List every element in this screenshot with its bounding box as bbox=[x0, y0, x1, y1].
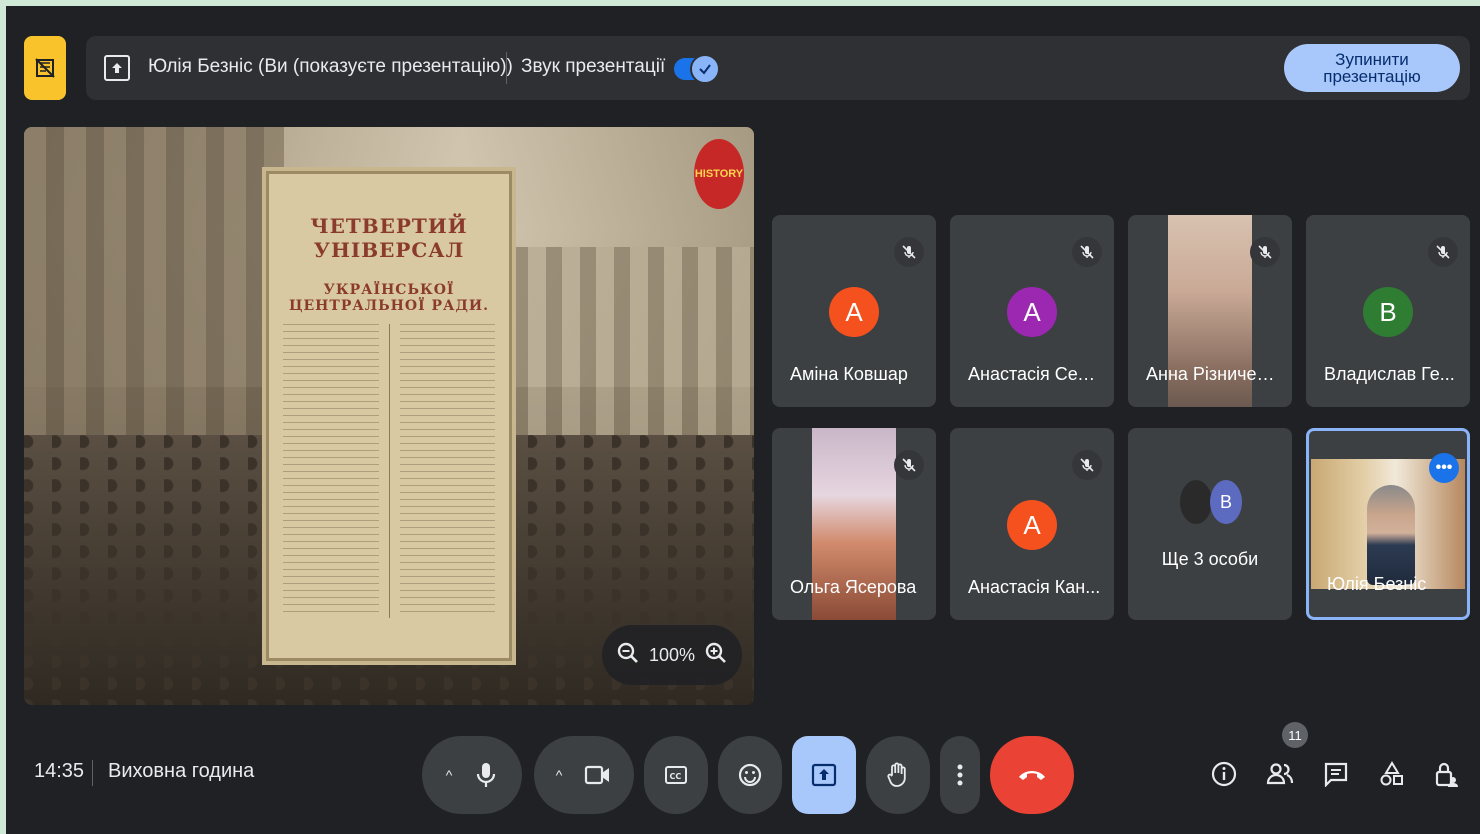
meeting-title: Виховна година bbox=[108, 760, 255, 782]
participant-tile[interactable]: А Аміна Ковшар bbox=[772, 215, 936, 407]
meet-window: Юлія Безніс (Ви (показуєте презентацію))… bbox=[6, 6, 1480, 834]
mic-off-icon bbox=[894, 237, 924, 267]
presentation-sound-label: Звук презентації bbox=[521, 56, 666, 77]
call-end-icon bbox=[1019, 771, 1045, 780]
zoom-level: 100% bbox=[648, 644, 696, 665]
more-participants-tile[interactable]: В Ще 3 особи bbox=[1128, 428, 1292, 620]
people-button[interactable] bbox=[1260, 754, 1300, 794]
raise-hand-icon bbox=[887, 762, 906, 787]
captions-button[interactable]: CC bbox=[644, 736, 708, 814]
avatar bbox=[1180, 480, 1212, 524]
participant-tile[interactable]: В Владислав Ге... bbox=[1306, 215, 1470, 407]
present-to-all-icon bbox=[811, 763, 837, 787]
microphone-control[interactable]: ^ bbox=[422, 736, 522, 814]
doc-column-right bbox=[399, 324, 495, 618]
participant-count-badge: 11 bbox=[1282, 722, 1308, 748]
shapes-icon bbox=[1380, 761, 1403, 786]
self-tile[interactable]: ••• Юлія Безніс bbox=[1306, 428, 1470, 620]
avatar: А bbox=[1007, 500, 1057, 550]
zoom-in-icon[interactable] bbox=[704, 641, 728, 670]
zoom-controls: 100% bbox=[602, 625, 742, 685]
doc-title: ЧЕТВЕРТИЙ УНІВЕРСАЛ bbox=[310, 214, 468, 262]
mic-off-icon bbox=[1428, 237, 1458, 267]
leave-call-button[interactable] bbox=[990, 736, 1074, 814]
presenting-bar: Юлія Безніс (Ви (показуєте презентацію))… bbox=[86, 36, 1470, 100]
chat-button[interactable] bbox=[1316, 754, 1356, 794]
microphone-icon bbox=[477, 763, 496, 787]
zoom-out-icon[interactable] bbox=[616, 641, 640, 670]
history-logo: HISTORY bbox=[694, 139, 744, 209]
footer-divider bbox=[92, 760, 93, 786]
participant-name: Ще 3 особи bbox=[1161, 549, 1259, 569]
present-to-all-icon bbox=[104, 55, 130, 81]
raise-hand-button[interactable] bbox=[866, 736, 930, 814]
avatar: А bbox=[829, 287, 879, 337]
photo-building-left bbox=[24, 127, 284, 457]
presenting-status: Юлія Безніс (Ви (показуєте презентацію)) bbox=[148, 56, 513, 77]
participant-tile[interactable]: А Анастасія Кан... bbox=[950, 428, 1114, 620]
participant-name: Аміна Ковшар bbox=[790, 364, 908, 384]
participant-tile[interactable]: Ольга Ясерова bbox=[772, 428, 936, 620]
avatar: В bbox=[1210, 480, 1242, 524]
activities-button[interactable] bbox=[1372, 754, 1412, 794]
participant-name: Анастасія Сел... bbox=[968, 364, 1102, 384]
doc-column-left bbox=[283, 324, 379, 618]
toggle-check-icon bbox=[690, 54, 720, 84]
camera-icon bbox=[585, 765, 610, 785]
doc-subtitle: УКРАЇНСЬКОЇ ЦЕНТРАЛЬНОЇ РАДИ. bbox=[288, 282, 490, 314]
present-now-button[interactable] bbox=[792, 736, 856, 814]
meeting-time: 14:35 bbox=[34, 760, 85, 782]
participant-tile[interactable]: Анна Різничен... bbox=[1128, 215, 1292, 407]
emoji-icon bbox=[738, 763, 762, 787]
participant-figure bbox=[1367, 485, 1415, 585]
info-icon bbox=[1211, 761, 1237, 787]
mic-off-icon bbox=[894, 450, 924, 480]
mic-off-icon bbox=[1072, 450, 1102, 480]
shared-presentation: ЧЕТВЕРТИЙ УНІВЕРСАЛ УКРАЇНСЬКОЇ ЦЕНТРАЛЬ… bbox=[24, 127, 754, 705]
participant-name: Юлія Безніс bbox=[1327, 574, 1427, 594]
more-vert-icon bbox=[957, 764, 963, 786]
more-options-button[interactable] bbox=[940, 736, 980, 814]
meeting-details-button[interactable] bbox=[1204, 754, 1244, 794]
doc-text-columns bbox=[283, 324, 495, 618]
pin-off-badge[interactable] bbox=[24, 36, 66, 100]
chevron-up-icon[interactable]: ^ bbox=[556, 767, 563, 783]
participant-name: Ольга Ясерова bbox=[790, 577, 917, 597]
participant-name: Анна Різничен... bbox=[1146, 364, 1280, 384]
closed-captions-icon: CC bbox=[665, 766, 687, 784]
doc-column-divider bbox=[388, 324, 390, 618]
emoji-reactions-button[interactable] bbox=[718, 736, 782, 814]
bar-divider bbox=[506, 52, 507, 84]
stop-presenting-button[interactable]: Зупинити презентацію bbox=[1284, 44, 1460, 92]
avatar: В bbox=[1363, 287, 1413, 337]
participant-name: Владислав Ге... bbox=[1324, 364, 1455, 384]
host-controls-button[interactable] bbox=[1426, 754, 1466, 794]
mic-off-icon bbox=[1250, 237, 1280, 267]
presentation-sound-toggle[interactable] bbox=[674, 54, 720, 84]
chevron-up-icon[interactable]: ^ bbox=[446, 767, 453, 783]
pin-off-icon bbox=[35, 58, 55, 78]
more-options-icon[interactable]: ••• bbox=[1429, 453, 1459, 483]
participant-name: Анастасія Кан... bbox=[968, 577, 1101, 597]
lock-person-icon bbox=[1435, 762, 1458, 787]
svg-text:CC: CC bbox=[670, 772, 682, 781]
people-icon bbox=[1266, 763, 1294, 785]
participant-tile[interactable]: А Анастасія Сел... bbox=[950, 215, 1114, 407]
avatar: А bbox=[1007, 287, 1057, 337]
mic-off-icon bbox=[1072, 237, 1102, 267]
chat-icon bbox=[1324, 762, 1348, 787]
camera-control[interactable]: ^ bbox=[534, 736, 634, 814]
universal-document: ЧЕТВЕРТИЙ УНІВЕРСАЛ УКРАЇНСЬКОЇ ЦЕНТРАЛЬ… bbox=[266, 171, 512, 661]
photo-building-right bbox=[494, 247, 754, 467]
